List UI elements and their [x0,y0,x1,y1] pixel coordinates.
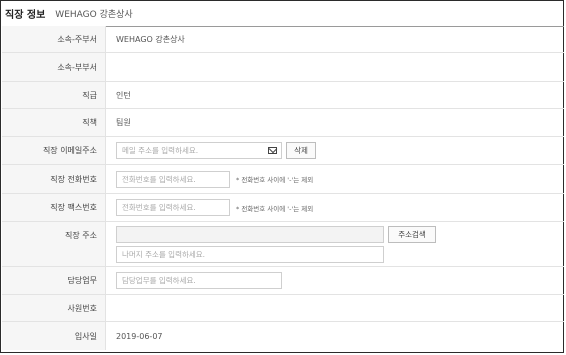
phone-cell: 전화번호를 입력하세요. * 전화번호 사이에 '-'는 제외 [106,165,564,193]
row-hire-date: 입사일 2019-06-07 [2,322,564,350]
row-duty: 담당업무 담당업무를 입력하세요. [2,267,564,295]
address-label: 직장 주소 [2,222,106,266]
address-input[interactable] [116,225,384,243]
work-info-form: 소속-주부서 WEHAGO 강촌상사 소속-부부서 직급 인턴 직책 팀원 직장… [2,26,564,350]
email-input[interactable]: 메일 주소를 입력하세요. [116,142,282,159]
phone-input[interactable]: 전화번호를 입력하세요. [116,170,230,188]
row-address: 직장 주소 주소검색 나머지 주소를 입력하세요. [2,222,564,267]
email-cell: 메일 주소를 입력하세요. 삭제 [106,137,564,164]
duty-cell: 담당업무를 입력하세요. [106,267,564,294]
hire-date-label: 입사일 [2,322,106,350]
row-affiliation-sub: 소속-부부서 [2,53,564,82]
address-line-1: 주소검색 [116,225,436,243]
affiliation-main-value: WEHAGO 강촌상사 [116,34,185,44]
position-label: 직책 [2,109,106,136]
affiliation-sub-value [106,53,564,81]
row-email: 직장 이메일주소 메일 주소를 입력하세요. 삭제 [2,137,564,165]
email-placeholder: 메일 주소를 입력하세요. [122,146,199,155]
phone-label: 직장 전화번호 [2,165,106,193]
work-info-panel: 직장 정보 WEHAGO 강촌상사 소속-주부서 WEHAGO 강촌상사 소속-… [0,0,564,353]
rank-value: 인턴 [116,90,131,100]
position-value: 팀원 [116,118,131,127]
row-phone: 직장 전화번호 전화번호를 입력하세요. * 전화번호 사이에 '-'는 제외 [2,165,564,194]
fax-label: 직장 팩스번호 [2,194,106,221]
email-delete-button[interactable]: 삭제 [286,142,316,159]
affiliation-sub-label: 소속-부부서 [2,53,106,81]
rank-label: 직급 [2,82,106,108]
phone-placeholder: 전화번호를 입력하세요. [122,174,196,184]
email-label: 직장 이메일주소 [2,137,106,164]
address-search-button[interactable]: 주소검색 [388,225,436,243]
duty-input[interactable]: 담당업무를 입력하세요. [116,272,282,289]
mail-icon[interactable] [268,147,277,154]
employee-no-value [106,295,564,321]
panel-title: 직장 정보 [5,10,46,21]
row-employee-no: 사원번호 [2,295,564,322]
row-affiliation-main: 소속-주부서 WEHAGO 강촌상사 [2,26,564,53]
fax-placeholder: 전화번호를 입력하세요. [122,203,196,212]
fax-input[interactable]: 전화번호를 입력하세요. [116,199,230,216]
phone-hint: * 전화번호 사이에 '-'는 제외 [236,176,314,184]
affiliation-main-label: 소속-주부서 [2,26,106,52]
hire-date-value: 2019-06-07 [116,331,163,341]
row-fax: 직장 팩스번호 전화번호를 입력하세요. * 전화번호 사이에 '-'는 제외 [2,194,564,222]
row-position: 직책 팀원 [2,109,564,137]
employee-no-label: 사원번호 [2,295,106,321]
address-cell: 주소검색 나머지 주소를 입력하세요. [106,222,564,266]
address-detail-placeholder: 나머지 주소를 입력하세요. [122,249,206,259]
address-detail-input[interactable]: 나머지 주소를 입력하세요. [116,245,384,263]
company-name: WEHAGO 강촌상사 [55,10,133,20]
duty-label: 담당업무 [2,267,106,294]
row-rank: 직급 인턴 [2,82,564,109]
panel-header: 직장 정보 WEHAGO 강촌상사 [2,1,564,27]
fax-cell: 전화번호를 입력하세요. * 전화번호 사이에 '-'는 제외 [106,194,564,221]
fax-hint: * 전화번호 사이에 '-'는 제외 [236,204,314,213]
duty-placeholder: 담당업무를 입력하세요. [122,276,196,285]
